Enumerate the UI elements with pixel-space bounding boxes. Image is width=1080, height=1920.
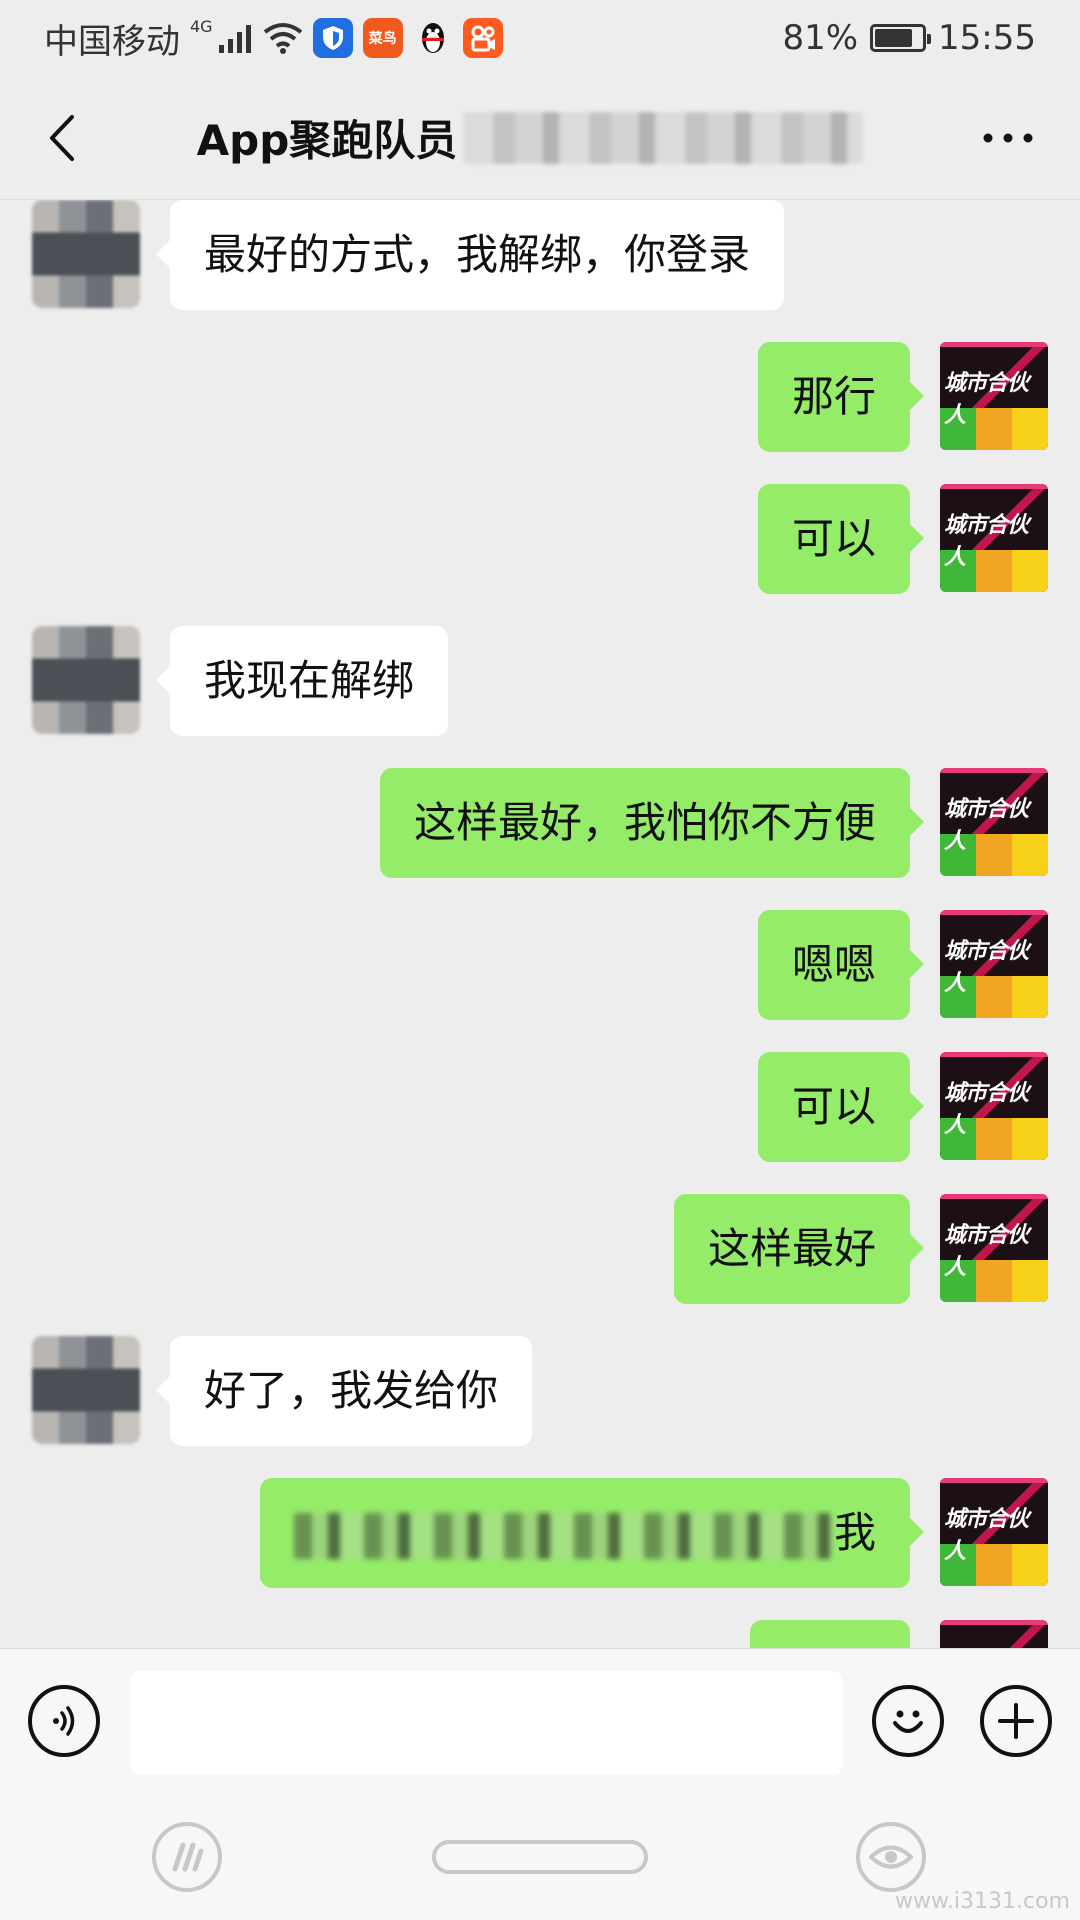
avatar-label: 城市合伙人 (944, 371, 1029, 428)
message-input[interactable] (130, 1671, 842, 1775)
battery-percent: 81% (782, 18, 859, 58)
self-avatar[interactable]: 城市合伙人 (940, 910, 1048, 1018)
message-list[interactable]: 最好的方式，我解绑，你登录 那行 城市合伙人 可以 城市合伙人 我现在解绑 这样… (0, 200, 1080, 1648)
input-bar (0, 1648, 1080, 1788)
avatar-label: 城市合伙人 (944, 939, 1029, 996)
contact-avatar[interactable] (32, 1336, 140, 1444)
self-avatar[interactable]: 城市合伙人 (940, 484, 1048, 592)
message-bubble[interactable]: 最好的方式，我解绑，你登录 (155, 200, 785, 310)
message-bubble[interactable]: 这样最好 (673, 1194, 925, 1304)
emoji-button[interactable] (872, 1685, 944, 1757)
self-avatar[interactable]: 城市合伙人 (940, 342, 1048, 450)
home-pill-button[interactable] (432, 1840, 648, 1874)
self-avatar[interactable]: 城市合伙人 (940, 1052, 1048, 1160)
self-avatar[interactable] (940, 1620, 1048, 1648)
message-bubble[interactable]: 我现在解绑 (155, 626, 449, 736)
eye-nav-button[interactable] (856, 1822, 926, 1892)
signal-icon (218, 25, 251, 53)
message-text-tail: 我 (833, 1508, 876, 1557)
message-row: 那行 城市合伙人 (0, 342, 1080, 454)
status-left: 中国移动 4G 菜鸟 (44, 14, 503, 63)
message-bubble[interactable]: 好了，我发给你 (155, 1336, 533, 1446)
redacted-title-blur (463, 111, 864, 164)
assistant-nav-button[interactable] (152, 1822, 222, 1892)
avatar-label: 城市合伙人 (944, 797, 1029, 854)
more-options-button[interactable] (976, 114, 1040, 162)
message-row: 这样最好 城市合伙人 (0, 1194, 1080, 1306)
avatar-label: 城市合伙人 (944, 1223, 1029, 1280)
message-bubble[interactable]: 可以 (757, 484, 925, 594)
message-row: 我 城市合伙人 (0, 1478, 1080, 1590)
message-bubble[interactable]: 嗯嗯 (757, 910, 925, 1020)
app-icon-orange: 菜鸟 (362, 18, 403, 58)
assistant-icon (172, 1842, 204, 1872)
message-row: 可以 城市合伙人 (0, 484, 1080, 596)
message-bubble[interactable]: 这样最好，我怕你不方便 (379, 768, 925, 878)
more-functions-button[interactable] (980, 1685, 1052, 1757)
system-nav-bar: www.i3131.com (0, 1788, 1080, 1920)
status-right: 81% 15:55 (782, 18, 1036, 58)
message-row-partial (0, 1620, 1080, 1648)
avatar-label: 城市合伙人 (944, 1507, 1029, 1564)
shield-app-icon (312, 18, 353, 58)
message-row: 好了，我发给你 (0, 1336, 1080, 1448)
message-row: 这样最好，我怕你不方便 城市合伙人 (0, 768, 1080, 880)
contact-avatar[interactable] (32, 626, 140, 734)
redacted-message-blur (293, 1512, 834, 1559)
wifi-icon (263, 23, 302, 54)
plus-icon (998, 1703, 1034, 1739)
carrier-label: 中国移动 (44, 21, 180, 62)
message-row: 最好的方式，我解绑，你登录 (0, 200, 1080, 312)
orange-app-label: 菜鸟 (368, 31, 397, 47)
battery-icon (870, 24, 932, 52)
chat-title-text: App聚跑队员 (196, 116, 458, 165)
battery-fill (875, 29, 913, 47)
chat-title: App聚跑队员 (197, 107, 864, 168)
watermark: www.i3131.com (894, 1889, 1070, 1914)
message-row: 我现在解绑 (0, 626, 1080, 738)
self-avatar[interactable]: 城市合伙人 (940, 1478, 1048, 1586)
chat-header: App聚跑队员 (0, 76, 1080, 200)
clock: 15:55 (938, 18, 1036, 58)
self-avatar[interactable]: 城市合伙人 (940, 768, 1048, 876)
qq-penguin-icon (413, 18, 453, 58)
back-button[interactable] (30, 106, 94, 170)
message-bubble[interactable]: 我 (259, 1478, 925, 1588)
message-bubble[interactable]: 那行 (757, 342, 925, 452)
message-bubble-partial[interactable] (750, 1620, 910, 1648)
more-dots-icon (983, 133, 1033, 143)
self-avatar[interactable]: 城市合伙人 (940, 1194, 1048, 1302)
chevron-left-icon (50, 115, 74, 161)
eye-icon (869, 1845, 913, 1869)
smiley-icon (893, 1710, 923, 1733)
contact-avatar[interactable] (32, 200, 140, 308)
avatar-label: 城市合伙人 (944, 1081, 1029, 1138)
kuaishou-icon (462, 18, 503, 58)
message-row: 可以 城市合伙人 (0, 1052, 1080, 1164)
avatar-label: 城市合伙人 (944, 513, 1029, 570)
status-bar: 中国移动 4G 菜鸟 81% 15:55 (0, 0, 1080, 76)
message-row: 嗯嗯 城市合伙人 (0, 910, 1080, 1022)
network-type: 4G (190, 16, 213, 36)
voice-icon (53, 1706, 75, 1736)
voice-input-button[interactable] (28, 1685, 100, 1757)
message-bubble[interactable]: 可以 (757, 1052, 925, 1162)
